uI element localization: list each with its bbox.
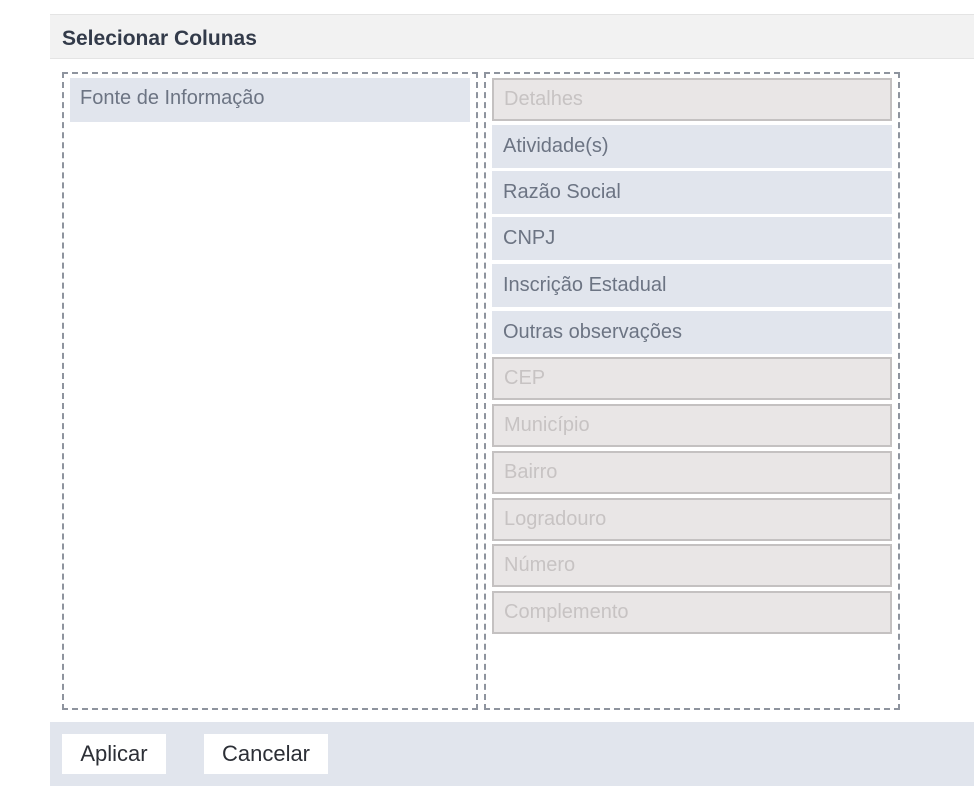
column-item[interactable]: Atividade(s) [492,125,892,168]
column-item[interactable]: Município [492,404,892,447]
column-item[interactable]: Inscrição Estadual [492,264,892,307]
hidden-columns-panel[interactable]: Fonte de Informação [62,72,478,710]
column-item[interactable]: Logradouro [492,498,892,541]
column-item[interactable]: Bairro [492,451,892,494]
apply-button[interactable]: Aplicar [62,734,166,774]
column-item[interactable]: Número [492,544,892,587]
column-item[interactable]: Complemento [492,591,892,634]
column-item[interactable]: Outras observações [492,311,892,354]
select-columns-dialog: Selecionar Colunas Fonte de Informação D… [50,14,974,786]
column-item[interactable]: CEP [492,357,892,400]
column-item[interactable]: Razão Social [492,171,892,214]
dialog-header: Selecionar Colunas [50,14,974,59]
column-item[interactable]: Fonte de Informação [70,78,470,122]
visible-columns-panel[interactable]: Detalhes Atividade(s) Razão Social CNPJ … [484,72,900,710]
column-item[interactable]: Detalhes [492,78,892,121]
dialog-title: Selecionar Colunas [62,27,257,50]
cancel-button[interactable]: Cancelar [204,734,328,774]
dialog-footer: Aplicar Cancelar [50,722,974,786]
column-item[interactable]: CNPJ [492,217,892,260]
